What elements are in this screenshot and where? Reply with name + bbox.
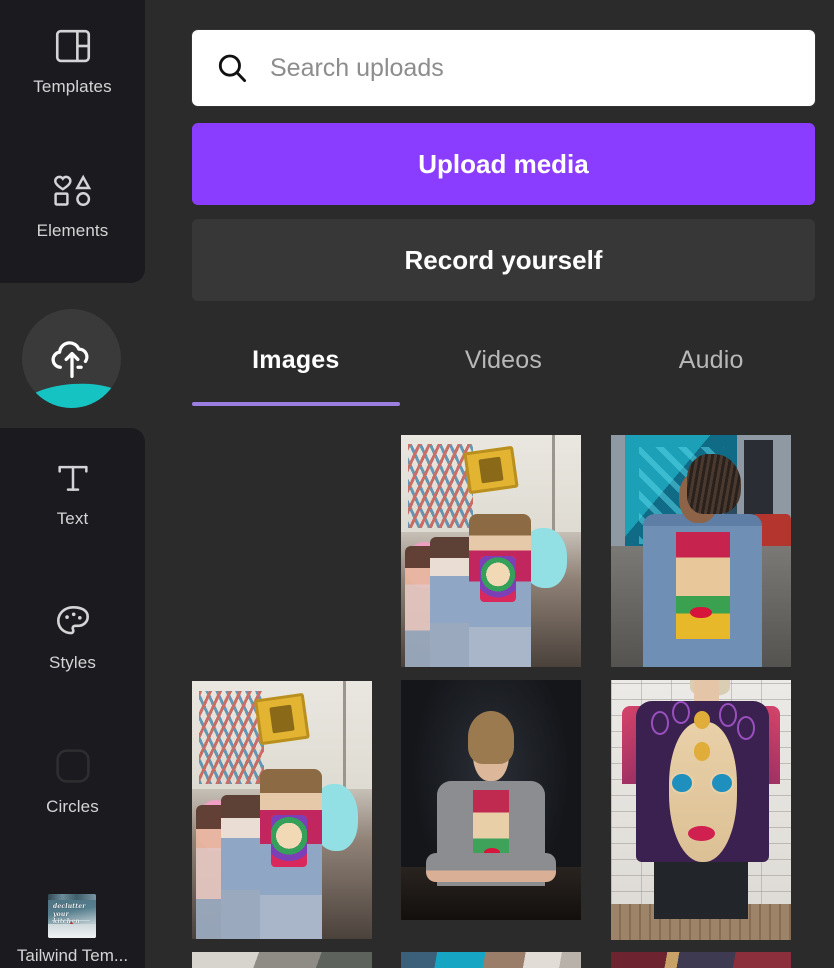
thumb-floor bbox=[48, 924, 96, 938]
tab-active-underline bbox=[192, 402, 400, 406]
styles-icon bbox=[52, 596, 94, 648]
tab-label: Audio bbox=[678, 346, 744, 374]
upload-thumb-partial-2[interactable] bbox=[401, 952, 581, 968]
tab-images[interactable]: Images bbox=[192, 336, 400, 406]
sidebar-item-templates[interactable]: Templates bbox=[0, 20, 145, 97]
tab-label: Images bbox=[252, 346, 340, 374]
search-bar[interactable] bbox=[192, 30, 815, 106]
search-icon bbox=[214, 50, 250, 86]
elements-icon bbox=[50, 164, 96, 216]
thumbnail-image bbox=[401, 952, 581, 968]
tab-label: Videos bbox=[464, 346, 543, 374]
upload-thumb-carnival-1[interactable] bbox=[401, 435, 581, 667]
sidebar-item-tailwind-label: Tailwind Tem... bbox=[16, 946, 129, 965]
thumbnail-image bbox=[611, 680, 791, 940]
uploads-image-grid[interactable] bbox=[145, 425, 834, 968]
thumb-line-1: declutter bbox=[53, 903, 86, 910]
templates-icon bbox=[52, 20, 94, 72]
sidebar-item-label: Text bbox=[56, 509, 89, 528]
upload-thumb-studio-portrait[interactable] bbox=[401, 680, 581, 920]
thumbnail-image bbox=[401, 435, 581, 667]
thumb-divider bbox=[52, 920, 90, 921]
record-yourself-button[interactable]: Record yourself bbox=[192, 219, 815, 301]
sidebar-item-label: Styles bbox=[49, 653, 96, 672]
media-type-tabs: Images Videos Audio bbox=[192, 336, 815, 406]
thumbnail-image bbox=[611, 952, 791, 968]
sidebar-item-styles[interactable]: Styles bbox=[0, 596, 145, 673]
upload-thumb-brick-tshirt[interactable] bbox=[611, 680, 791, 940]
sidebar-item-uploads[interactable] bbox=[22, 309, 121, 408]
uploads-panel-screen: Templates Elements Text Styles Circles d… bbox=[0, 0, 834, 968]
text-icon bbox=[53, 452, 93, 504]
upload-thumb-carnival-2[interactable] bbox=[192, 681, 372, 939]
sidebar-item-elements[interactable]: Elements bbox=[0, 164, 145, 241]
upload-media-button[interactable]: Upload media bbox=[192, 123, 815, 205]
upload-thumb-street-portrait[interactable] bbox=[611, 435, 791, 667]
sidebar-item-label: Elements bbox=[36, 221, 109, 240]
sidebar-item-tailwind-thumbnail[interactable]: declutter your kitchen bbox=[48, 894, 96, 938]
thumb-line-2: your kitchen bbox=[53, 911, 80, 925]
sidebar-item-text[interactable]: Text bbox=[0, 452, 145, 529]
search-input[interactable] bbox=[270, 53, 793, 83]
sidebar-item-label: Circles bbox=[46, 797, 99, 816]
sidebar-item-label: Templates bbox=[33, 77, 112, 96]
sidebar-item-circles[interactable]: Circles bbox=[0, 740, 145, 817]
tab-audio[interactable]: Audio bbox=[607, 336, 815, 406]
left-sidebar: Templates Elements Text Styles Circles d… bbox=[0, 0, 145, 968]
thumbnail-image bbox=[611, 435, 791, 667]
uploads-panel: Upload media Record yourself Images Vide… bbox=[145, 0, 834, 968]
tab-videos[interactable]: Videos bbox=[400, 336, 608, 406]
thumb-topbar bbox=[48, 894, 96, 900]
thumbnail-image bbox=[401, 680, 581, 920]
upload-thumb-partial-1[interactable] bbox=[192, 952, 372, 968]
circles-icon bbox=[51, 740, 95, 792]
cloud-upload-icon bbox=[46, 333, 98, 390]
thumbnail-image bbox=[192, 952, 372, 968]
upload-thumb-partial-3[interactable] bbox=[611, 952, 791, 968]
thumbnail-image bbox=[192, 681, 372, 939]
